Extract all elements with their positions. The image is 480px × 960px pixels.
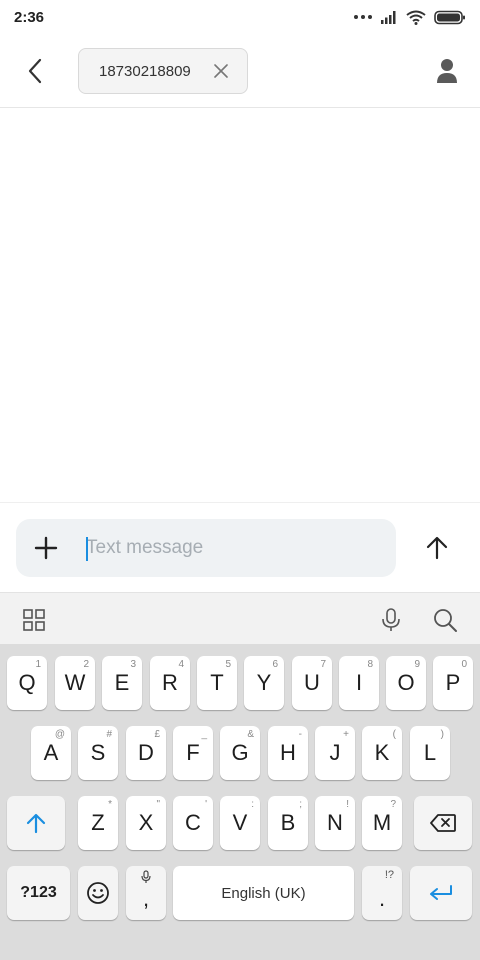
signal-icon xyxy=(381,11,396,24)
text-cursor xyxy=(86,537,88,561)
send-button[interactable] xyxy=(422,533,452,563)
search-icon[interactable] xyxy=(432,607,458,633)
recipient-chip[interactable]: 18730218809 xyxy=(78,48,248,94)
key-r[interactable]: 4R xyxy=(150,656,190,710)
key-c[interactable]: ' C xyxy=(173,796,213,850)
shift-icon xyxy=(26,813,46,834)
mic-icon[interactable] xyxy=(378,607,404,633)
grid-icon[interactable] xyxy=(22,608,46,632)
key-w[interactable]: 2W xyxy=(55,656,95,710)
battery-icon xyxy=(434,10,465,24)
key-m[interactable]: ? M xyxy=(362,796,402,850)
key-f[interactable]: _ F xyxy=(173,726,213,780)
key-q[interactable]: 1Q xyxy=(7,656,47,710)
key-j[interactable]: + J xyxy=(315,726,355,780)
key-v[interactable]: :V xyxy=(220,796,260,850)
wifi-icon xyxy=(406,10,426,25)
keyboard: 1Q 2W 3E 4R 5T 6Y 7U 8I 9O 0P @ A # S £ D _… xyxy=(0,644,480,960)
conversation-header: 18730218809 xyxy=(0,34,480,108)
contact-icon xyxy=(437,59,457,83)
more-dots-icon xyxy=(354,15,372,19)
messaging-app: 2:36 18730218809 Text message 1 Q 2 W 3 … xyxy=(0,0,480,960)
key-e[interactable]: 3E xyxy=(102,656,142,710)
period-key[interactable]: !? . xyxy=(362,866,402,920)
key-i[interactable]: 8I xyxy=(339,656,379,710)
enter-key[interactable] xyxy=(410,866,472,920)
back-button[interactable] xyxy=(18,54,52,88)
emoji-icon xyxy=(87,882,109,904)
key-g[interactable]: & G xyxy=(220,726,260,780)
contact-button[interactable] xyxy=(430,54,464,88)
key-y[interactable]: 6Y xyxy=(244,656,284,710)
status-time: 2:36 xyxy=(14,8,45,26)
key-b[interactable]: ; B xyxy=(268,796,308,850)
recipient-number: 18730218809 xyxy=(99,62,191,80)
space-key[interactable]: English (UK) xyxy=(173,866,354,920)
key-z[interactable]: * Z xyxy=(78,796,118,850)
enter-icon xyxy=(430,885,452,900)
attach-button[interactable] xyxy=(30,532,62,564)
shift-key[interactable] xyxy=(7,796,65,850)
key-d[interactable]: £ D xyxy=(126,726,166,780)
compose-box xyxy=(16,519,396,577)
key-l[interactable]: ) L xyxy=(410,726,450,780)
key-a[interactable]: @ A xyxy=(31,726,71,780)
backspace-key[interactable] xyxy=(414,796,472,850)
keyboard-toolbar xyxy=(0,592,480,644)
key-h[interactable]: -H xyxy=(268,726,308,780)
key-u[interactable]: 7U xyxy=(292,656,332,710)
key-p[interactable]: 0P xyxy=(433,656,473,710)
key-n[interactable]: ! N xyxy=(315,796,355,850)
emoji-key[interactable] xyxy=(78,866,118,920)
key-t[interactable]: 5T xyxy=(197,656,237,710)
back-arrow-icon xyxy=(28,58,42,84)
message-input[interactable] xyxy=(86,529,376,567)
symbols-key[interactable]: ?123 xyxy=(7,866,70,920)
backspace-icon xyxy=(430,814,456,832)
remove-recipient-button[interactable] xyxy=(211,61,231,81)
key-o[interactable]: 9O xyxy=(386,656,426,710)
status-bar: 2:36 xyxy=(0,0,480,34)
send-arrow-icon xyxy=(426,536,448,560)
key-s[interactable]: # S xyxy=(78,726,118,780)
compose-area xyxy=(0,502,480,592)
close-icon xyxy=(214,64,228,78)
key-k[interactable]: (K xyxy=(362,726,402,780)
plus-icon xyxy=(34,536,58,560)
status-icons xyxy=(354,10,466,25)
key-x[interactable]: " X xyxy=(126,796,166,850)
mic-hint-icon xyxy=(141,870,151,883)
comma-key[interactable]: , xyxy=(126,866,166,920)
